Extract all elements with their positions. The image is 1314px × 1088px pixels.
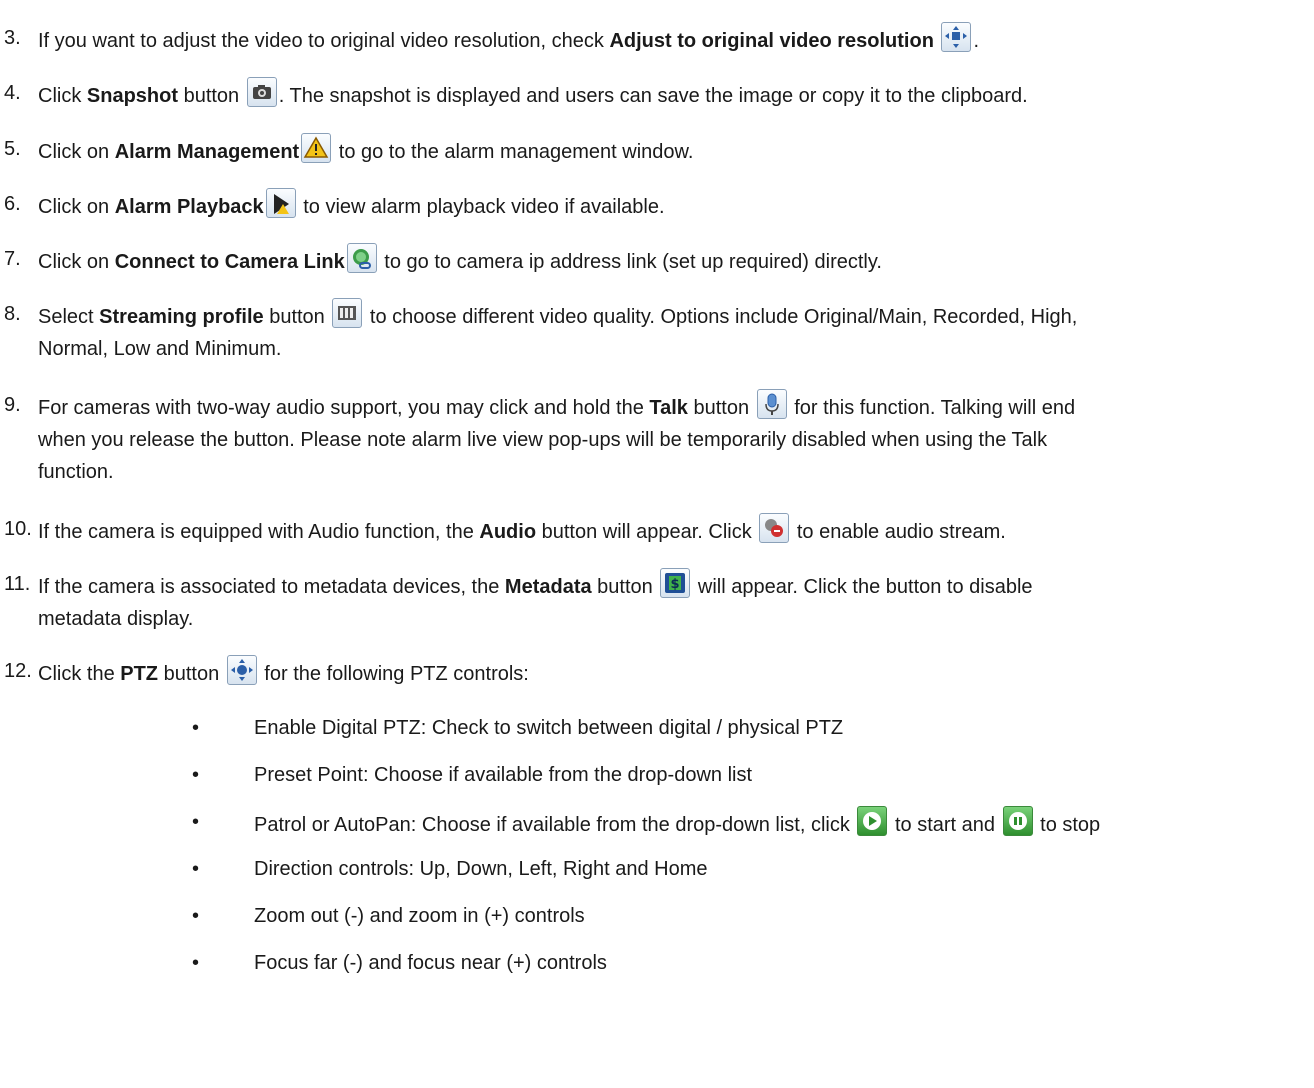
item-number: 4. [4, 82, 21, 104]
item-number: 11. [4, 573, 31, 595]
item-number: 6. [4, 193, 21, 215]
item-number: 12. [4, 660, 32, 682]
document-page: 3. If you want to adjust the video to or… [0, 0, 1314, 1088]
item-bold: Adjust to original video resolution [609, 30, 934, 52]
metadata-icon: $ [660, 568, 691, 598]
ptz-icon [226, 655, 257, 685]
stop-icon [1002, 806, 1033, 836]
svg-text:$: $ [671, 577, 680, 592]
item-number: 7. [4, 248, 21, 270]
item-number: 5. [4, 138, 21, 160]
warning-icon [301, 133, 332, 163]
item-number: 3. [4, 27, 21, 49]
adjust-resolution-icon [941, 22, 972, 52]
audio-icon [759, 513, 790, 543]
item-text: If you want to adjust the video to origi… [38, 30, 610, 52]
film-icon [332, 298, 363, 328]
play-icon [857, 806, 888, 836]
camera-icon [246, 77, 277, 107]
item-number: 9. [4, 394, 21, 416]
alarm-playback-icon [265, 188, 296, 218]
item-number: 10. [4, 518, 32, 540]
item-number: 8. [4, 303, 21, 325]
camera-link-icon [346, 243, 377, 273]
microphone-icon [756, 389, 787, 419]
